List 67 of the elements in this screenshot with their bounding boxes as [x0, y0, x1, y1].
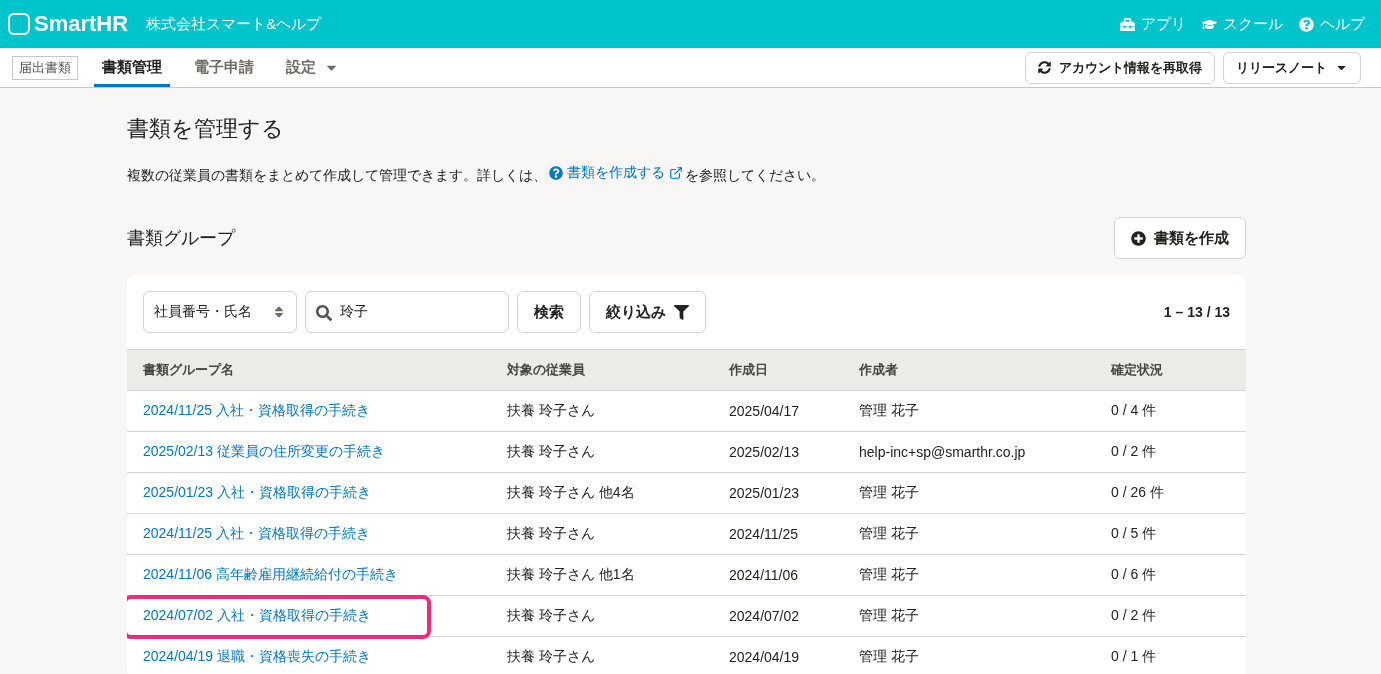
table-cell-text: 2025/01/23 [729, 485, 801, 501]
document-group-link[interactable]: 2024/07/02 入社・資格取得の手続き [143, 607, 371, 625]
column-header: 確定状況 [1111, 361, 1164, 379]
logo-mark-icon [8, 13, 30, 35]
toolbox-icon [1120, 16, 1135, 32]
document-group-link[interactable]: 2024/11/25 入社・資格取得の手続き [143, 402, 370, 420]
column-header: 作成日 [729, 361, 769, 379]
document-group-link[interactable]: 2024/04/19 退職・資格喪失の手続き [143, 648, 371, 666]
nav-tab[interactable]: 書類管理 [94, 48, 170, 87]
column-header: 対象の従業員 [507, 361, 586, 379]
table-cell-text: 0 / 2 件 [1111, 607, 1158, 625]
table-cell-text: 管理 花子 [859, 402, 920, 420]
description: 複数の従業員の書類をまとめて作成して管理できます。詳しくは、 書類を作成する を参照してください。 [127, 164, 826, 185]
document-group-link[interactable]: 2024/11/25 入社・資格取得の手続き [143, 525, 370, 543]
search-type-select[interactable]: 社員番号・氏名 [143, 291, 297, 333]
table-cell-text: 管理 花子 [859, 648, 920, 666]
table-cell-text: 2025/02/13 [729, 444, 801, 460]
section-label: 届出書類 [12, 55, 78, 80]
section-title: 書類グループ [127, 227, 235, 250]
document-group-link[interactable]: 2025/01/23 入社・資格取得の手続き [143, 484, 371, 502]
table-cell-text: 扶養 玲子さん [507, 607, 596, 625]
document-group-link[interactable]: 2025/02/13 従業員の住所変更の手続き [143, 443, 385, 461]
company-name: 株式会社スマート&ヘルプ [146, 14, 322, 34]
table-cell-text: 2024/07/02 [729, 608, 801, 624]
sort-icon [272, 305, 286, 319]
external-link-icon [669, 166, 683, 180]
page-title: 書類を管理する [127, 115, 285, 143]
table-cell-text: 0 / 1 件 [1111, 648, 1158, 666]
search-icon [316, 305, 332, 321]
table-cell-text: 0 / 26 件 [1111, 484, 1165, 502]
nav-tab[interactable]: 設定 [278, 48, 347, 87]
document-group-link[interactable]: 2024/11/06 高年齢雇用継続給付の手続き [143, 566, 398, 584]
table-cell-text: 管理 花子 [859, 525, 920, 543]
table-cell-text: 0 / 5 件 [1111, 525, 1158, 543]
table-cell-text: 0 / 4 件 [1111, 402, 1158, 420]
result-count: 1 – 13 / 13 [1163, 304, 1230, 320]
help-link[interactable]: 書類を作成する [549, 164, 683, 182]
filter-icon [674, 304, 689, 320]
table-cell-text: 2024/04/19 [729, 649, 801, 665]
table-cell-text: 扶養 玲子さん 他1名 [507, 566, 636, 584]
table-cell-text: 管理 花子 [859, 566, 920, 584]
table-cell-text: 扶養 玲子さん [507, 648, 596, 666]
table-cell-text: 管理 花子 [859, 607, 920, 625]
table-cell-text: 2024/11/06 [729, 567, 800, 583]
table-cell-text: 扶養 玲子さん [507, 443, 596, 461]
search-field[interactable]: 玲子 [305, 291, 509, 333]
table-cell-text: 2025/04/17 [729, 403, 801, 419]
column-header: 作成者 [859, 361, 899, 379]
search-button[interactable]: 検索 [517, 291, 581, 333]
table-cell-text: 扶養 玲子さん [507, 525, 596, 543]
table-cell-text: 扶養 玲子さん 他4名 [507, 484, 636, 502]
help-icon [549, 166, 563, 180]
refresh-icon [1038, 61, 1051, 74]
help-icon [1299, 16, 1314, 32]
column-header: 書類グループ名 [143, 361, 235, 379]
filter-button[interactable]: 絞り込み [589, 291, 706, 333]
table-cell-text: 2024/11/25 [729, 526, 800, 542]
plus-icon [1131, 230, 1146, 246]
table-cell-text: 0 / 6 件 [1111, 566, 1158, 584]
refresh-button[interactable]: アカウント情報を再取得 [1025, 51, 1215, 84]
create-button[interactable]: 書類を作成 [1114, 217, 1246, 259]
table-cell-text: 0 / 2 件 [1111, 443, 1158, 461]
release-notes-button[interactable]: リリースノート [1223, 51, 1361, 84]
table-cell-text: 扶養 玲子さん [507, 402, 596, 420]
table-cell-text: help-inc+sp@smarthr.co.jp [859, 444, 1027, 460]
nav-tab[interactable]: 電子申請 [186, 48, 262, 87]
table-cell-text: 管理 花子 [859, 484, 920, 502]
